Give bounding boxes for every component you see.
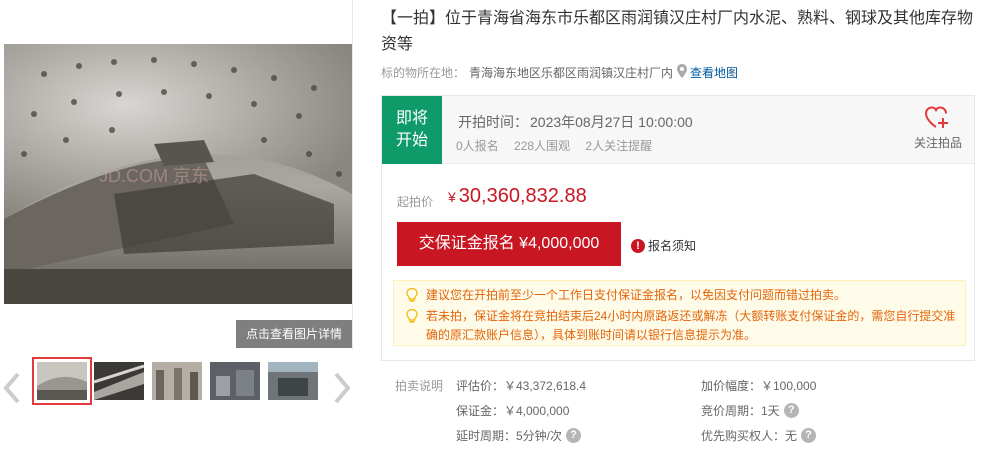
auction-status-bar: 即将 开始 开拍时间： 2023年08月27日 10:00:00 0人报名 228… [382,96,974,164]
auction-stats: 0人报名 228人围观 2人关注提醒 [456,137,664,154]
watcher-count: 228人围观 [514,139,571,153]
currency-symbol: ¥ [448,189,456,205]
view-map-link[interactable]: 查看地图 [690,64,738,81]
starting-price-value: 30,360,832.88 [458,185,587,207]
lot-title: 【一拍】位于青海省海东市乐都区雨润镇汉庄村厂内水泥、熟料、钢球及其他库存物资等 [381,10,974,53]
tip-text-2: 若未拍，保证金将在竞拍结束后24小时内原路返还或解冻（大额转账支付保证金的，需您… [426,309,956,342]
warning-icon: ! [631,238,645,253]
thumbnail-5[interactable] [268,362,318,400]
thumb-prev-arrow-icon[interactable] [0,370,24,406]
heart-plus-icon [925,106,948,128]
tips-box: 建议您在开拍前至少一个工作日支付保证金报名，以免因支付问题而错过拍卖。 若未拍，… [393,280,966,346]
auction-panel: 即将 开始 开拍时间： 2023年08月27日 10:00:00 0人报名 228… [381,95,975,361]
deposit-amount: 保证金：￥4,000,000 [456,402,569,419]
reminder-count: 2人关注提醒 [585,139,653,153]
starting-price: ¥30,360,832.88 [448,185,587,208]
follow-label: 关注拍品 [913,136,962,150]
delay-period: 延时周期：5分钟/次 ? [456,427,582,444]
thumbnail-3[interactable] [152,362,202,400]
thumbnail-2[interactable] [94,362,144,400]
increment-text: 加价幅度：￥100,000 [701,379,817,393]
priority-buyer: 优先购买权人：无 ? [701,427,817,444]
start-time-label: 开拍时间： [458,114,528,130]
bidding-cycle: 竞价周期：1天 ? [701,402,799,419]
follow-item-button[interactable]: 关注拍品 [908,106,968,151]
status-badge: 即将 开始 [382,96,442,164]
auction-info-section: 拍卖说明 评估价：￥43,372,618.4 加价幅度：￥100,000 保证金… [381,365,975,464]
bid-increment: 加价幅度：￥100,000 [701,377,816,394]
gallery-divider [352,0,353,350]
starting-price-label: 起拍价 [397,195,434,209]
thumb-next-arrow-icon[interactable] [330,370,354,406]
start-time-value: 2023年08月27日 10:00:00 [530,114,693,130]
photo-detail-button[interactable]: 点击查看图片详情 [236,320,352,348]
lightbulb-icon [406,287,418,308]
thumbnail-4[interactable] [210,362,260,400]
main-photo[interactable]: JD.COM 京东 [4,44,352,304]
delay-text: 延时周期：5分钟/次 [456,429,563,443]
deposit-text: 保证金：￥4,000,000 [456,404,570,418]
help-icon[interactable]: ? [801,428,817,443]
deposit-signup-button[interactable]: 交保证金报名 ¥4,000,000 [397,222,621,266]
location-row: 标的物所在地： 青海海东地区乐都区雨润镇汉庄村厂内 查看地图 [381,64,738,81]
thumbnail-strip [0,357,360,416]
tip-text-1: 建议您在开拍前至少一个工作日支付保证金报名，以免因支付问题而错过拍卖。 [426,288,847,302]
thumbnail-1[interactable] [32,357,92,405]
tip-item: 若未拍，保证金将在竞拍结束后24小时内原路返还或解冻（大额转账支付保证金的，需您… [406,307,957,345]
tip-item: 建议您在开拍前至少一个工作日支付保证金报名，以免因支付问题而错过拍卖。 [406,286,957,305]
watermark-text: JD.COM 京东 [99,166,209,186]
signup-notice-label: 报名须知 [648,239,697,253]
signup-notice-link[interactable]: ! 报名须知 [631,237,696,254]
appraisal-value: 评估价：￥43,372,618.4 [456,377,586,394]
status-line-1: 即将 [395,110,428,127]
location-label: 标的物所在地： [381,66,466,80]
appraisal-text: 评估价：￥43,372,618.4 [456,379,587,393]
priority-text: 优先购买权人：无 [701,429,798,443]
status-line-2: 开始 [395,132,428,149]
help-icon[interactable]: ? [783,403,799,418]
location-value: 青海海东地区乐都区雨润镇汉庄村厂内 [469,66,674,80]
help-icon[interactable]: ? [566,428,582,443]
signup-count: 0人报名 [456,139,499,153]
start-time: 开拍时间： 2023年08月27日 10:00:00 [456,112,693,132]
map-pin-icon [677,64,688,81]
lightbulb-icon [406,308,418,329]
cycle-text: 竞价周期：1天 [701,404,780,418]
info-section-label: 拍卖说明 [395,379,444,393]
